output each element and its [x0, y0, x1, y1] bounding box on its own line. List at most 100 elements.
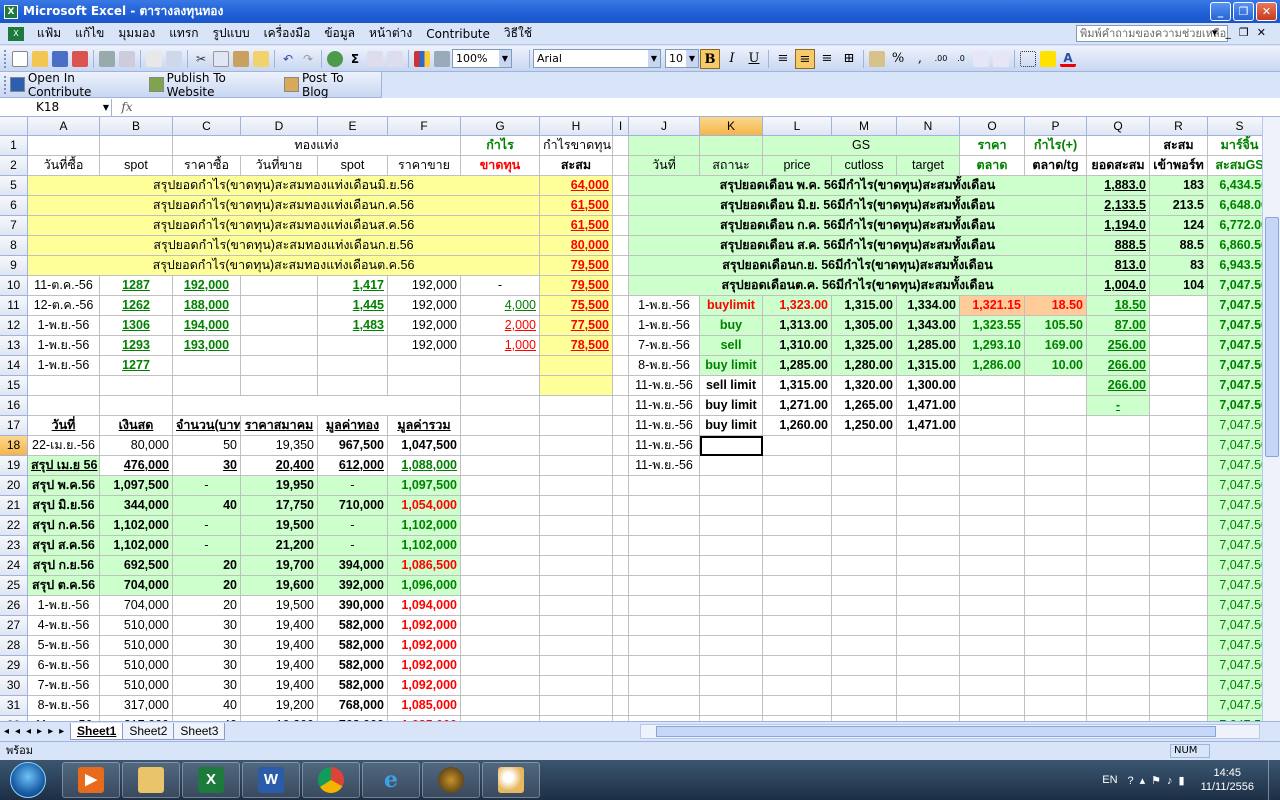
undo-icon[interactable]: ↶ — [280, 51, 296, 67]
cell-N25[interactable] — [897, 576, 960, 596]
cell-Q18[interactable] — [1087, 436, 1150, 456]
cell-C28[interactable]: 30 — [173, 636, 241, 656]
name-box[interactable]: K18 ▼ — [0, 98, 112, 116]
cell-P22[interactable] — [1025, 516, 1087, 536]
cell-A10[interactable]: 11-ต.ค.-56 — [28, 276, 100, 296]
cell-K12[interactable]: buy — [700, 316, 763, 336]
cell-B27[interactable]: 510,000 — [100, 616, 173, 636]
cell-K13[interactable]: sell — [700, 336, 763, 356]
cell-E23[interactable]: - — [318, 536, 388, 556]
cell-G13[interactable]: 1,000 — [461, 336, 540, 356]
cell-R14[interactable] — [1150, 356, 1208, 376]
cell-C16[interactable] — [173, 396, 461, 416]
merge-center-button[interactable]: ⊞ — [839, 49, 859, 69]
cell-P18[interactable] — [1025, 436, 1087, 456]
cell-I19[interactable] — [613, 456, 629, 476]
cell-B22[interactable]: 1,102,000 — [100, 516, 173, 536]
cell-A15[interactable] — [28, 376, 100, 396]
cell-C29[interactable]: 30 — [173, 656, 241, 676]
cell-E28[interactable]: 582,000 — [318, 636, 388, 656]
cell-F2[interactable]: ราคาขาย — [388, 156, 461, 176]
cell-G20[interactable] — [461, 476, 540, 496]
cell-B2[interactable]: spot — [100, 156, 173, 176]
row-header[interactable]: 29 — [0, 656, 28, 676]
cell-S17[interactable]: 7,047.50 — [1208, 416, 1262, 436]
cell-M22[interactable] — [832, 516, 897, 536]
cell-P12[interactable]: 105.50 — [1025, 316, 1087, 336]
cell-K24[interactable] — [700, 556, 763, 576]
cell-M25[interactable] — [832, 576, 897, 596]
cell-H23[interactable] — [540, 536, 613, 556]
taskbar-paint[interactable] — [482, 762, 540, 798]
cell-J25[interactable] — [629, 576, 700, 596]
cell-L24[interactable] — [763, 556, 832, 576]
cell-Q5[interactable]: 1,883.0 — [1087, 176, 1150, 196]
cell-J24[interactable] — [629, 556, 700, 576]
cell-O12[interactable]: 1,323.55 — [960, 316, 1025, 336]
cell-M16[interactable]: 1,265.00 — [832, 396, 897, 416]
cell-P2[interactable]: ตลาด/tg — [1025, 156, 1087, 176]
cell-B23[interactable]: 1,102,000 — [100, 536, 173, 556]
cell-N21[interactable] — [897, 496, 960, 516]
row-header[interactable]: 8 — [0, 236, 28, 256]
cell-S29[interactable]: 7,047.50 — [1208, 656, 1262, 676]
tab-sheet2[interactable]: Sheet2 — [122, 723, 175, 740]
cell-E10[interactable]: 1,417 — [318, 276, 388, 296]
cell-K16[interactable]: buy limit — [700, 396, 763, 416]
row-header[interactable]: 30 — [0, 676, 28, 696]
cell-R19[interactable] — [1150, 456, 1208, 476]
increase-decimal-icon[interactable]: .00 — [933, 51, 949, 67]
cell-N19[interactable] — [897, 456, 960, 476]
cell-M15[interactable]: 1,320.00 — [832, 376, 897, 396]
cell-F29[interactable]: 1,092,000 — [388, 656, 461, 676]
cell-L31[interactable] — [763, 696, 832, 716]
cell-P28[interactable] — [1025, 636, 1087, 656]
cell-A16[interactable] — [28, 396, 100, 416]
cell-S10[interactable]: 7,047.50 — [1208, 276, 1262, 296]
cell-H13[interactable]: 78,500 — [540, 336, 613, 356]
cell-I2[interactable] — [613, 156, 629, 176]
cell-I7[interactable] — [613, 216, 629, 236]
open-in-contribute-button[interactable]: Open In Contribute — [9, 71, 141, 99]
sort-descending-icon[interactable] — [387, 50, 403, 67]
column-header[interactable]: C — [173, 117, 241, 136]
cell-A26[interactable]: 1-พ.ย.-56 — [28, 596, 100, 616]
cell-D13[interactable] — [241, 336, 318, 356]
cell-H9[interactable]: 79,500 — [540, 256, 613, 276]
cell-J9[interactable]: สรุปยอดเดือนก.ย. 56มีกำไร(ขาดทุน)สะสมทั้… — [629, 256, 1087, 276]
cell-I12[interactable] — [613, 316, 629, 336]
cell-C17[interactable]: จำนวน(บาท — [173, 416, 241, 436]
cell-J30[interactable] — [629, 676, 700, 696]
cell-Q6[interactable]: 2,133.5 — [1087, 196, 1150, 216]
cell-O19[interactable] — [960, 456, 1025, 476]
cell-D25[interactable]: 19,600 — [241, 576, 318, 596]
cell-G12[interactable]: 2,000 — [461, 316, 540, 336]
cell-D27[interactable]: 19,400 — [241, 616, 318, 636]
row-header[interactable]: 11 — [0, 296, 28, 316]
cell-K15[interactable]: sell limit — [700, 376, 763, 396]
cell-Q9[interactable]: 813.0 — [1087, 256, 1150, 276]
cell-N22[interactable] — [897, 516, 960, 536]
cell-D2[interactable]: วันที่ขาย — [241, 156, 318, 176]
cell-C30[interactable]: 30 — [173, 676, 241, 696]
cell-L13[interactable]: 1,310.00 — [763, 336, 832, 356]
cell-J15[interactable]: 11-พ.ย.-56 — [629, 376, 700, 396]
column-header[interactable]: J — [629, 117, 700, 136]
cell-M30[interactable] — [832, 676, 897, 696]
cell-O18[interactable] — [960, 436, 1025, 456]
cell-A24[interactable]: สรุป ก.ย.56 — [28, 556, 100, 576]
cell-L30[interactable] — [763, 676, 832, 696]
cell-N20[interactable] — [897, 476, 960, 496]
cell-Q14[interactable]: 266.00 — [1087, 356, 1150, 376]
cell-B21[interactable]: 344,000 — [100, 496, 173, 516]
cell-G21[interactable] — [461, 496, 540, 516]
cell-K21[interactable] — [700, 496, 763, 516]
cell-B12[interactable]: 1306 — [100, 316, 173, 336]
cell-R2[interactable]: เข้าพอร์ท — [1150, 156, 1208, 176]
cell-F28[interactable]: 1,092,000 — [388, 636, 461, 656]
cell-E31[interactable]: 768,000 — [318, 696, 388, 716]
cell-S1[interactable]: มาร์จิ้น — [1208, 136, 1262, 156]
cell-R25[interactable] — [1150, 576, 1208, 596]
cell-F10[interactable]: 192,000 — [388, 276, 461, 296]
cell-I11[interactable] — [613, 296, 629, 316]
